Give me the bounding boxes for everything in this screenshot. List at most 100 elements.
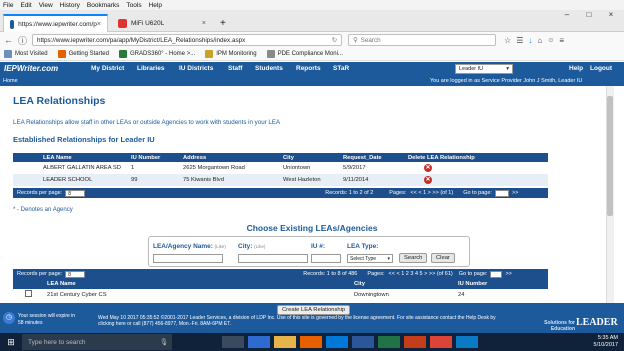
menu-tools[interactable]: Tools bbox=[126, 2, 141, 9]
task-view-icon[interactable] bbox=[222, 336, 244, 348]
agency-name-input[interactable] bbox=[153, 254, 223, 263]
home-icon[interactable]: ⌂ bbox=[537, 36, 542, 45]
nav-logout[interactable]: Logout bbox=[590, 65, 612, 72]
cell-address: 75 Kiwanis Blvd bbox=[183, 177, 224, 183]
firefox-icon bbox=[57, 50, 66, 58]
close-icon[interactable]: × bbox=[97, 21, 101, 28]
records-per-page-select[interactable]: 8 bbox=[65, 189, 86, 197]
iu-input[interactable] bbox=[311, 254, 341, 263]
breadcrumb-home[interactable]: Home bbox=[3, 78, 18, 84]
col-iu-number[interactable]: IU Number bbox=[131, 153, 183, 162]
nav-staff[interactable]: Staff bbox=[228, 65, 242, 72]
menu-file[interactable]: File bbox=[3, 2, 13, 9]
scrollbar-thumb[interactable] bbox=[607, 96, 613, 216]
nav-students[interactable]: Students bbox=[255, 65, 283, 72]
app-navbar: My District Libraries IU Districts Staff… bbox=[0, 62, 624, 76]
nav-libraries[interactable]: Libraries bbox=[137, 65, 164, 72]
close-icon[interactable]: × bbox=[202, 20, 206, 27]
info-icon[interactable]: ⓘ bbox=[18, 34, 27, 47]
clear-button[interactable]: Clear bbox=[431, 253, 455, 263]
word-icon[interactable] bbox=[352, 336, 374, 348]
pages-nav[interactable]: << < 1 2 3 4 5 > >> (of 61) bbox=[389, 271, 453, 277]
delete-icon[interactable]: ✕ bbox=[424, 164, 432, 172]
records-per-page-select[interactable]: 8 bbox=[65, 270, 86, 278]
url-bar[interactable]: https://www.iepwriter.com/pa/app/MyDistr… bbox=[32, 34, 343, 46]
col-address[interactable]: Address bbox=[183, 153, 283, 162]
nav-my-district[interactable]: My District bbox=[91, 65, 124, 72]
create-lea-relationship-button[interactable]: Create LEA Relationship bbox=[277, 305, 351, 315]
download-icon[interactable]: ↓ bbox=[528, 36, 532, 45]
col-lea-name[interactable]: LEA Name bbox=[13, 153, 131, 162]
col-city[interactable]: City bbox=[354, 279, 458, 289]
bookmark-ipm-monitoring[interactable]: IPM Monitoring bbox=[205, 50, 257, 58]
col-request-date[interactable]: Request_Date bbox=[343, 153, 408, 162]
bookmark-getting-started[interactable]: Getting Started bbox=[57, 50, 109, 58]
search-filter-box: LEA/Agency Name: (Like) City: (Like) IU … bbox=[148, 236, 470, 267]
clock-date: 5/10/2017 bbox=[593, 342, 618, 348]
tab-mifi[interactable]: MiFi U620L × bbox=[112, 14, 212, 32]
city-input[interactable] bbox=[238, 254, 308, 263]
edge-icon[interactable] bbox=[248, 336, 270, 348]
excel-icon[interactable] bbox=[378, 336, 400, 348]
menu-bookmarks[interactable]: Bookmarks bbox=[87, 2, 120, 9]
org-select-value: Leader IU bbox=[459, 66, 484, 72]
window-close-icon[interactable]: × bbox=[600, 10, 622, 22]
search-placeholder: Search bbox=[360, 36, 381, 44]
maximize-icon[interactable]: □ bbox=[578, 10, 600, 22]
copyright-text: Wed May 10 2017 05:35:52 ©2001-2017 Lead… bbox=[98, 315, 496, 327]
tab-iepwriter[interactable]: https://www.iepwriter.com/p × bbox=[3, 14, 108, 32]
mifi-favicon-icon bbox=[118, 18, 127, 28]
search-input[interactable]: ⚲ Search bbox=[348, 34, 497, 46]
minimize-icon[interactable]: – bbox=[556, 10, 578, 22]
bookmark-icon bbox=[4, 50, 12, 58]
menu-edit[interactable]: Edit bbox=[20, 2, 31, 9]
new-tab-icon[interactable]: + bbox=[214, 14, 232, 32]
menu-view[interactable]: View bbox=[39, 2, 53, 9]
outlook-icon[interactable] bbox=[456, 336, 478, 348]
back-icon[interactable]: ← bbox=[4, 35, 13, 45]
nav-star[interactable]: STaR bbox=[333, 65, 349, 72]
col-iu-number[interactable]: IU Number bbox=[458, 279, 548, 289]
nav-help[interactable]: Help bbox=[569, 65, 583, 72]
reader-icon[interactable]: ☰ bbox=[516, 36, 523, 45]
windows-start-icon[interactable]: ⊞ bbox=[0, 337, 22, 348]
bookmark-pde-compliance[interactable]: PDE Compliance Moni... bbox=[266, 50, 343, 58]
brand-tagline: Solutions for Education bbox=[544, 320, 575, 332]
nav-iu-districts[interactable]: IU Districts bbox=[179, 65, 213, 72]
row-checkbox[interactable] bbox=[25, 290, 32, 297]
goto-button[interactable]: >> bbox=[505, 271, 511, 277]
goto-page-input[interactable] bbox=[494, 189, 509, 197]
delete-icon[interactable]: ✕ bbox=[424, 176, 432, 184]
star-icon[interactable]: ☆ bbox=[504, 36, 511, 45]
bookmark-grads360[interactable]: GRADS360° - Home >... bbox=[118, 50, 195, 58]
microphone-icon[interactable]: 🎙 bbox=[160, 338, 168, 346]
store-icon[interactable] bbox=[326, 336, 348, 348]
powerpoint-icon[interactable] bbox=[404, 336, 426, 348]
col-lea-name[interactable]: LEA Name bbox=[47, 279, 354, 289]
org-select[interactable]: Leader IU ▾ bbox=[455, 64, 513, 74]
tab-title: https://www.iepwriter.com/p bbox=[18, 20, 97, 28]
reload-icon[interactable]: ↻ bbox=[332, 37, 337, 44]
bookmark-most-visited[interactable]: Most Visited bbox=[4, 50, 48, 58]
pages-nav[interactable]: << < 1 > >> (of 1) bbox=[410, 190, 453, 196]
system-clock[interactable]: 5:35 AM 5/10/2017 bbox=[594, 335, 618, 349]
city-label-text: City: bbox=[238, 243, 253, 250]
addon-icon[interactable]: ☺ bbox=[547, 37, 554, 44]
cell-address: 2625 Morgantown Road bbox=[183, 165, 245, 171]
file-explorer-icon[interactable] bbox=[274, 336, 296, 348]
chrome-icon[interactable] bbox=[430, 336, 452, 348]
hamburger-menu-icon[interactable]: ≡ bbox=[559, 36, 564, 45]
goto-button[interactable]: >> bbox=[512, 190, 518, 196]
lea-type-select[interactable]: Select Type ▾ bbox=[347, 254, 393, 263]
existing-pager: Records per page: 8 Records: 1 to 8 of 4… bbox=[13, 269, 548, 279]
search-button[interactable]: Search bbox=[399, 253, 428, 263]
menu-help[interactable]: Help bbox=[149, 2, 162, 9]
clock-icon: ◷ bbox=[3, 312, 15, 324]
menu-history[interactable]: History bbox=[60, 2, 80, 9]
firefox-taskbar-icon[interactable] bbox=[300, 336, 322, 348]
taskbar-search[interactable]: Type here to search 🎙 bbox=[22, 334, 172, 350]
nav-reports[interactable]: Reports bbox=[296, 65, 321, 72]
goto-page-input[interactable] bbox=[490, 270, 503, 278]
col-city[interactable]: City bbox=[283, 153, 343, 162]
established-title: Established Relationships for Leader IU bbox=[13, 135, 155, 144]
